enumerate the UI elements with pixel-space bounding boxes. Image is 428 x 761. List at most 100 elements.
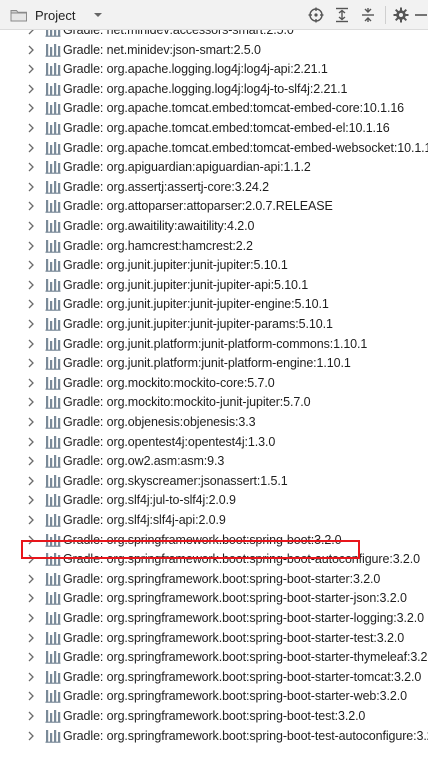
library-icon (45, 533, 61, 547)
tree-row[interactable]: Gradle: org.junit.platform:junit-platfor… (0, 334, 428, 354)
chevron-right-icon[interactable] (27, 200, 35, 212)
tree-row[interactable]: Gradle: org.apache.tomcat.embed:tomcat-e… (0, 138, 428, 158)
dependency-label: Gradle: org.junit.jupiter:junit-jupiter-… (63, 277, 309, 292)
chevron-right-icon[interactable] (27, 612, 35, 624)
tree-row[interactable]: Gradle: org.springframework.boot:spring-… (0, 706, 428, 726)
dependency-label: Gradle: org.junit.platform:junit-platfor… (63, 336, 368, 351)
dependency-label: Gradle: org.apache.logging.log4j:log4j-t… (63, 81, 348, 96)
chevron-right-icon[interactable] (27, 83, 35, 95)
library-icon (45, 670, 61, 684)
chevron-right-icon[interactable] (27, 632, 35, 644)
tree-row[interactable]: Gradle: org.junit.jupiter:junit-jupiter:… (0, 255, 428, 275)
tree-row[interactable]: Gradle: org.objenesis:objenesis:3.3 (0, 412, 428, 432)
tree-row[interactable]: Gradle: org.mockito:mockito-junit-jupite… (0, 392, 428, 412)
chevron-right-icon[interactable] (27, 44, 35, 56)
dependency-label: Gradle: org.assertj:assertj-core:3.24.2 (63, 179, 269, 194)
tree-row[interactable]: Gradle: org.junit.platform:junit-platfor… (0, 353, 428, 373)
chevron-right-icon[interactable] (27, 553, 35, 565)
chevron-right-icon[interactable] (27, 710, 35, 722)
chevron-right-icon[interactable] (27, 122, 35, 134)
chevron-right-icon[interactable] (27, 279, 35, 291)
tree-row[interactable]: Gradle: org.springframework.boot:spring-… (0, 569, 428, 589)
chevron-right-icon[interactable] (27, 514, 35, 526)
tree-row[interactable]: Gradle: org.attoparser:attoparser:2.0.7.… (0, 196, 428, 216)
tree-row[interactable]: Gradle: org.junit.jupiter:junit-jupiter-… (0, 294, 428, 314)
tree-row[interactable]: Gradle: org.mockito:mockito-core:5.7.0 (0, 373, 428, 393)
dependency-label: Gradle: org.mockito:mockito-junit-jupite… (63, 395, 311, 410)
chevron-right-icon[interactable] (27, 298, 35, 310)
tree-row[interactable]: Gradle: org.springframework.boot:spring-… (0, 726, 428, 746)
library-icon (45, 122, 61, 135)
tree-row[interactable]: Gradle: org.junit.jupiter:junit-jupiter-… (0, 275, 428, 295)
chevron-right-icon[interactable] (27, 671, 35, 683)
chevron-down-icon[interactable] (91, 8, 105, 22)
chevron-right-icon[interactable] (27, 377, 35, 389)
chevron-right-icon[interactable] (27, 416, 35, 428)
tree-row[interactable]: Gradle: org.assertj:assertj-core:3.24.2 (0, 177, 428, 197)
gear-icon[interactable] (391, 5, 411, 25)
tree-row[interactable]: Gradle: org.slf4j:slf4j-api:2.0.9 (0, 510, 428, 530)
chevron-right-icon[interactable] (27, 573, 35, 585)
tree-row[interactable]: Gradle: org.springframework.boot:spring-… (0, 628, 428, 648)
dependency-label: Gradle: org.apache.tomcat.embed:tomcat-e… (63, 121, 390, 135)
chevron-right-icon[interactable] (27, 730, 35, 742)
chevron-right-icon[interactable] (27, 338, 35, 350)
chevron-right-icon[interactable] (27, 142, 35, 154)
tree-row[interactable]: Gradle: org.apiguardian:apiguardian-api:… (0, 157, 428, 177)
tree-row[interactable]: Gradle: net.minidev:json-smart:2.5.0 (0, 40, 428, 60)
tree-row[interactable]: Gradle: org.hamcrest:hamcrest:2.2 (0, 236, 428, 256)
tree-row[interactable]: Gradle: org.springframework.boot:spring-… (0, 608, 428, 628)
tree-row[interactable]: Gradle: org.apache.tomcat.embed:tomcat-e… (0, 98, 428, 118)
tree-row[interactable]: Gradle: org.awaitility:awaitility:4.2.0 (0, 216, 428, 236)
chevron-right-icon[interactable] (27, 259, 35, 271)
tree-row[interactable]: Gradle: org.skyscreamer:jsonassert:1.5.1 (0, 471, 428, 491)
chevron-right-icon[interactable] (27, 102, 35, 114)
collapse-all-icon[interactable] (358, 5, 378, 25)
minimize-icon[interactable] (413, 5, 427, 25)
dependency-label: Gradle: org.mockito:mockito-core:5.7.0 (63, 375, 275, 390)
dependency-label: Gradle: org.apiguardian:apiguardian-api:… (63, 160, 311, 175)
library-icon (45, 357, 61, 370)
project-toolbar: Project (0, 0, 428, 30)
dependency-label: Gradle: net.minidev:json-smart:2.5.0 (63, 42, 261, 57)
tree-row[interactable]: Gradle: org.springframework.boot:spring-… (0, 549, 428, 569)
tree-row[interactable]: Gradle: org.junit.jupiter:junit-jupiter-… (0, 314, 428, 334)
chevron-right-icon[interactable] (27, 396, 35, 408)
chevron-right-icon[interactable] (27, 436, 35, 448)
tree-row[interactable]: Gradle: org.springframework.boot:spring-… (0, 588, 428, 608)
tree-row[interactable]: Gradle: org.ow2.asm:asm:9.3 (0, 451, 428, 471)
chevron-right-icon[interactable] (27, 63, 35, 75)
project-view-selector[interactable]: Project (4, 4, 105, 26)
tree-row[interactable]: Gradle: org.apache.logging.log4j:log4j-t… (0, 79, 428, 99)
crosshair-icon[interactable] (306, 5, 326, 25)
chevron-right-icon[interactable] (27, 161, 35, 173)
tree-row[interactable]: Gradle: org.springframework.boot:spring-… (0, 530, 428, 550)
chevron-right-icon[interactable] (27, 494, 35, 506)
dependency-label: Gradle: org.opentest4j:opentest4j:1.3.0 (63, 434, 276, 449)
expand-all-icon[interactable] (332, 5, 352, 25)
chevron-right-icon[interactable] (27, 534, 35, 546)
tree-row[interactable]: Gradle: org.apache.tomcat.embed:tomcat-e… (0, 118, 428, 138)
tree-row[interactable]: Gradle: org.springframework.boot:spring-… (0, 647, 428, 667)
tree-row[interactable]: Gradle: org.opentest4j:opentest4j:1.3.0 (0, 432, 428, 452)
chevron-right-icon[interactable] (27, 318, 35, 330)
library-icon (45, 612, 61, 625)
chevron-right-icon[interactable] (27, 220, 35, 232)
chevron-right-icon[interactable] (27, 357, 35, 369)
toolbar-separator (385, 6, 386, 24)
tree-row[interactable]: Gradle: org.springframework.boot:spring-… (0, 686, 428, 706)
dependency-label: Gradle: org.attoparser:attoparser:2.0.7.… (63, 199, 333, 214)
library-icon (45, 710, 61, 723)
chevron-right-icon[interactable] (27, 690, 35, 702)
chevron-right-icon[interactable] (27, 651, 35, 663)
chevron-right-icon[interactable] (27, 592, 35, 604)
chevron-right-icon[interactable] (27, 455, 35, 467)
library-icon (45, 572, 61, 586)
tree-row[interactable]: Gradle: org.slf4j:jul-to-slf4j:2.0.9 (0, 490, 428, 510)
library-icon (45, 298, 61, 312)
tree-row[interactable]: Gradle: org.apache.logging.log4j:log4j-a… (0, 59, 428, 79)
tree-row[interactable]: Gradle: org.springframework.boot:spring-… (0, 667, 428, 687)
chevron-right-icon[interactable] (27, 475, 35, 487)
chevron-right-icon[interactable] (27, 240, 35, 252)
chevron-right-icon[interactable] (27, 181, 35, 193)
